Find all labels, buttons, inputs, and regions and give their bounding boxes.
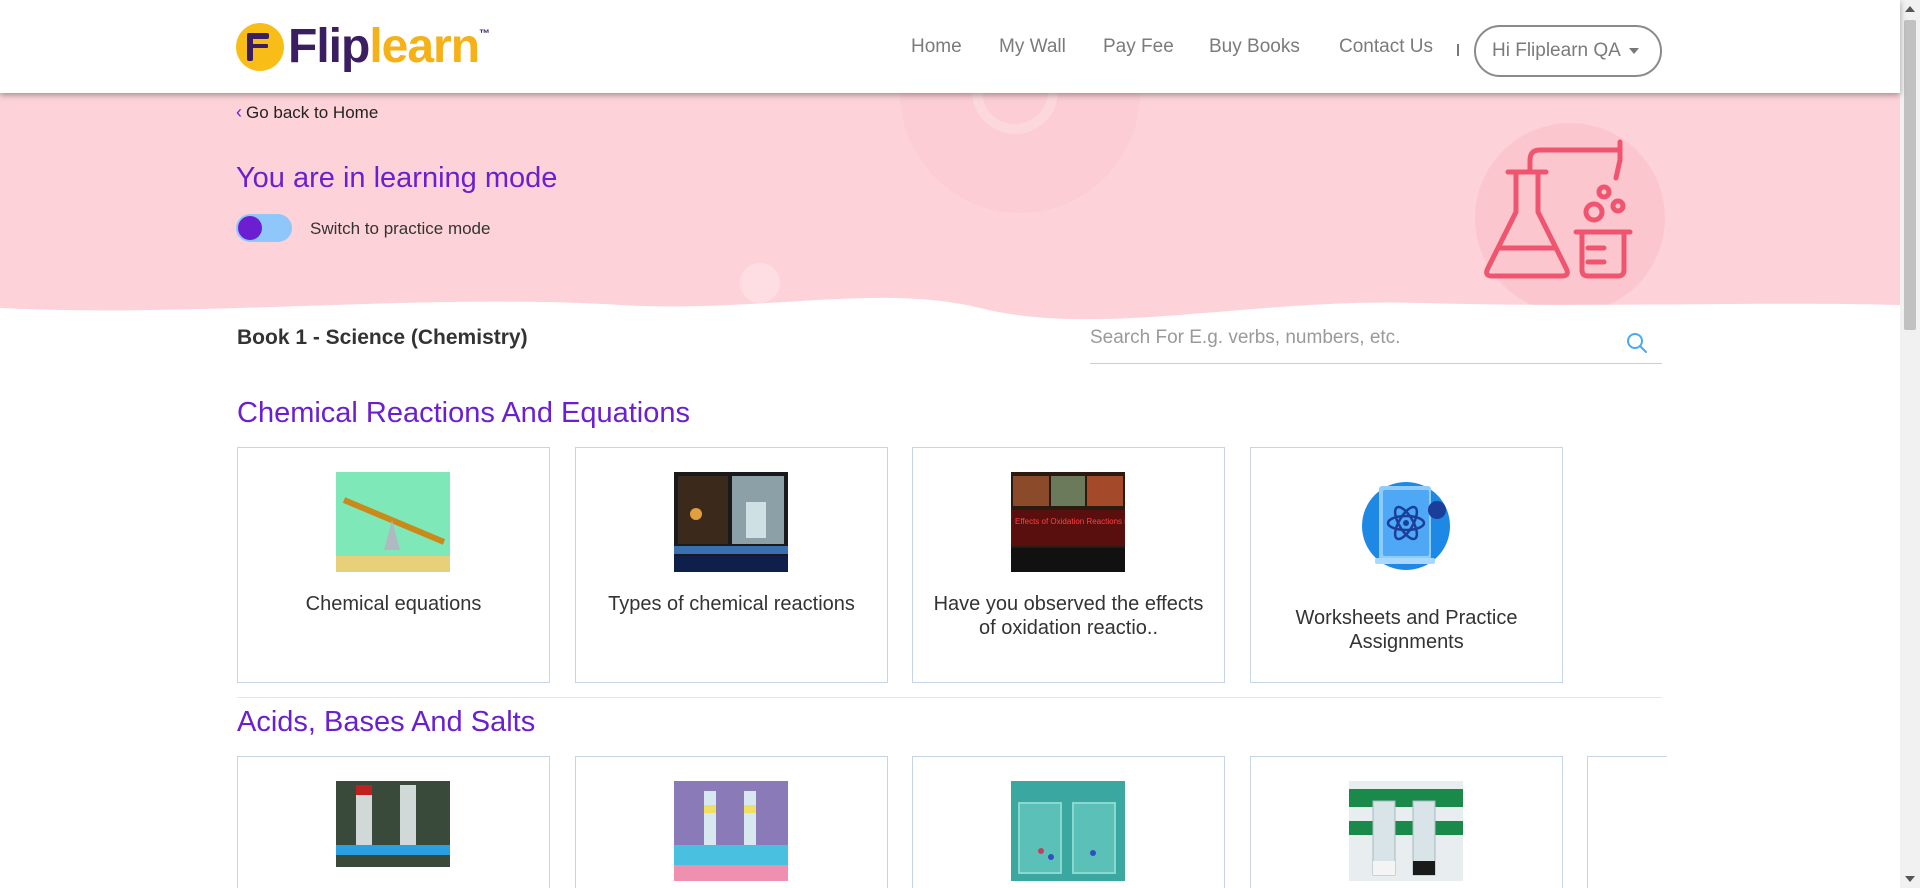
book-title: Book 1 - Science (Chemistry) bbox=[237, 326, 528, 349]
go-back-label: Go back to Home bbox=[246, 102, 379, 122]
user-menu-label: Hi Fliplearn QA bbox=[1492, 40, 1621, 61]
scroll-down-icon[interactable] bbox=[1905, 876, 1915, 882]
scroll-thumb[interactable] bbox=[1904, 20, 1916, 330]
top-header: Fliplearn™ Home My Wall Pay Fee Buy Book… bbox=[0, 0, 1900, 93]
section-title-chemical-reactions: Chemical Reactions And Equations bbox=[237, 397, 690, 429]
mode-title: You are in learning mode bbox=[236, 162, 558, 194]
nav-home[interactable]: Home bbox=[911, 36, 962, 58]
go-back-link[interactable]: ‹ Go back to Home bbox=[236, 102, 378, 123]
search-icon[interactable] bbox=[1626, 332, 1648, 354]
beakers-dark-thumbnail-icon bbox=[1349, 781, 1463, 881]
scroll-up-icon[interactable] bbox=[1905, 6, 1915, 12]
lab-video-thumbnail-icon bbox=[674, 472, 788, 572]
toggle-label: Switch to practice mode bbox=[310, 219, 491, 238]
nav-separator bbox=[1457, 44, 1459, 56]
content-card[interactable]: Chemical equations bbox=[237, 447, 550, 683]
user-menu-button[interactable]: Hi Fliplearn QA bbox=[1474, 25, 1662, 77]
nav-contact-us[interactable]: Contact Us bbox=[1339, 36, 1433, 58]
content-card[interactable] bbox=[237, 756, 550, 888]
content-card[interactable]: Effects of Oxidation Reactions in Daily … bbox=[912, 447, 1225, 683]
card-label: Have you observed the effects of oxidati… bbox=[933, 593, 1204, 639]
rust-thumbnail-icon: Effects of Oxidation Reactions in Daily … bbox=[1011, 472, 1125, 572]
test-tube-thumbnail-icon bbox=[336, 781, 450, 867]
nav-my-wall[interactable]: My Wall bbox=[999, 36, 1066, 58]
content-card-partial[interactable] bbox=[1587, 756, 1667, 888]
search-bar bbox=[1090, 318, 1662, 364]
card-label: Worksheets and Practice Assignments bbox=[1295, 607, 1518, 653]
chemistry-flask-icon bbox=[1484, 139, 1633, 279]
card-label: Chemical equations bbox=[305, 593, 482, 615]
section-title-acids-bases: Acids, Bases And Salts bbox=[237, 706, 536, 738]
content-card[interactable] bbox=[1250, 756, 1563, 888]
test-tube-rack-thumbnail-icon bbox=[674, 781, 788, 881]
atom-book-icon bbox=[1362, 482, 1450, 570]
card-label: Types of chemical reactions bbox=[608, 593, 855, 615]
nav-buy-books[interactable]: Buy Books bbox=[1209, 36, 1300, 58]
chevron-down-icon bbox=[1628, 48, 1639, 54]
fliplearn-logo[interactable]: Fliplearn™ bbox=[236, 20, 490, 74]
content-card[interactable] bbox=[575, 756, 888, 888]
beakers-thumbnail-icon bbox=[1011, 781, 1125, 881]
content-card[interactable]: Worksheets and Practice Assignments bbox=[1250, 447, 1563, 683]
page-scrollbar[interactable] bbox=[1900, 0, 1920, 888]
chevron-left-icon: ‹ bbox=[236, 102, 242, 122]
thumb-caption: Effects of Oxidation Reactions in Daily … bbox=[1015, 517, 1125, 526]
seesaw-thumbnail-icon bbox=[336, 472, 450, 572]
logo-text: Fliplearn™ bbox=[288, 20, 490, 73]
content-card[interactable]: Types of chemical reactions bbox=[575, 447, 888, 683]
practice-mode-toggle[interactable] bbox=[236, 214, 292, 242]
nav-pay-fee[interactable]: Pay Fee bbox=[1103, 36, 1174, 58]
toggle-knob bbox=[238, 216, 262, 240]
logo-f-icon bbox=[236, 23, 284, 71]
section-divider bbox=[237, 697, 1662, 698]
search-input[interactable] bbox=[1090, 318, 1610, 358]
content-card[interactable] bbox=[912, 756, 1225, 888]
